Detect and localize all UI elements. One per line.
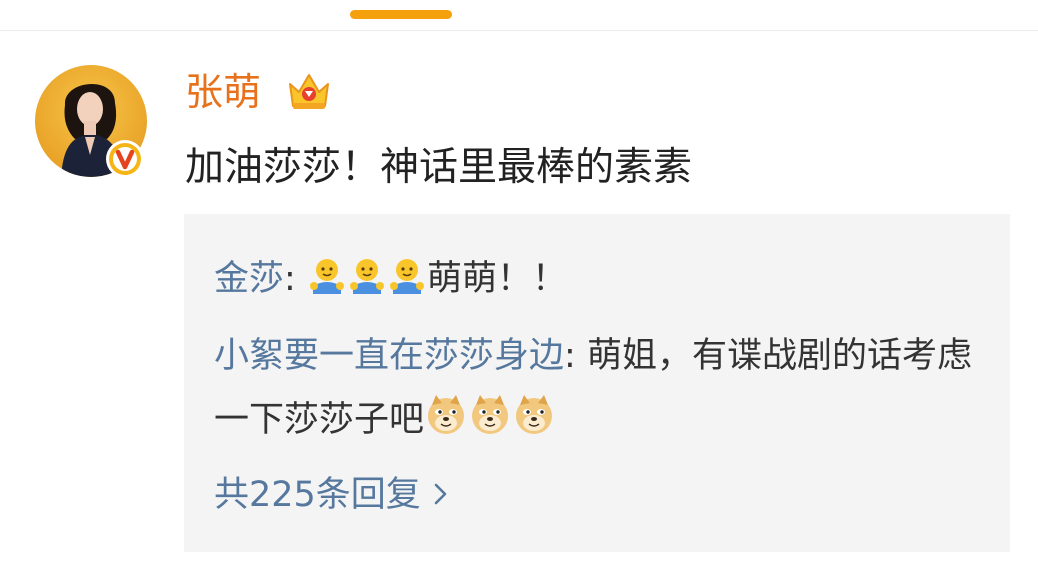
crown-icon[interactable] [287,70,331,112]
reply-item[interactable]: 小絮要一直在莎莎身边: 萌姐，有谍战剧的话考虑一下莎莎子吧 [214,324,984,458]
hug-emoji [387,256,427,310]
comment-screen: 张萌 加油莎莎！神话里最棒的素素 金莎: 萌萌！！ 小絮要一直在莎莎身边: 萌姐… [0,0,1038,563]
reply-item[interactable]: 金莎: 萌萌！！ [214,254,567,310]
active-tab-indicator [350,10,452,19]
reply-author[interactable]: 小絮要一直在莎莎身边 [214,336,564,376]
comment-author-name[interactable]: 张萌 [185,67,261,117]
reply-separator: : [284,259,307,299]
doge-emoji [424,393,468,458]
reply-text: 萌萌！！ [426,259,567,299]
replies-panel[interactable]: 金莎: 萌萌！！ 小絮要一直在莎莎身边: 萌姐，有谍战剧的话考虑一下莎莎子吧 共… [184,214,1010,552]
hug-emoji [347,256,387,310]
reply-author[interactable]: 金莎 [214,259,284,299]
hug-emoji [307,256,347,310]
comment-text: 加油莎莎！神话里最棒的素素 [185,145,693,190]
verified-v-badge-icon [106,140,144,178]
reply-separator: : [564,336,587,376]
view-all-replies-link[interactable]: 共225条回复 [214,470,449,520]
more-replies-label: 共225条回复 [214,475,421,515]
header-divider [0,30,1038,31]
doge-emoji [468,393,512,458]
doge-emoji [512,393,556,458]
chevron-right-icon [434,483,447,505]
